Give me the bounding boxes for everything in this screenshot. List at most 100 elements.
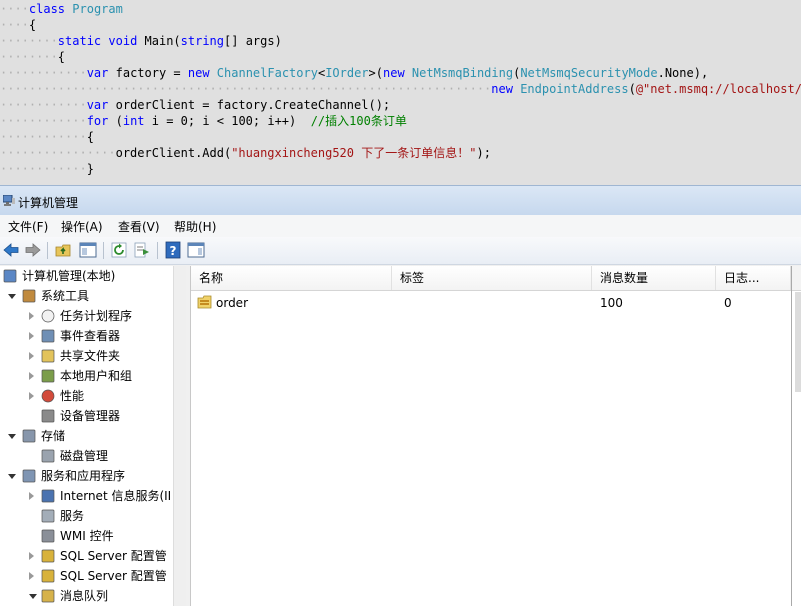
code-token: .None), <box>657 66 709 80</box>
tree-item[interactable]: WMI 控件 <box>0 526 173 546</box>
collapse-arrow-icon[interactable] <box>29 572 34 580</box>
code-token: NetMsmqBinding <box>411 66 514 80</box>
tree-item-label: SQL Server 配置管 <box>60 549 167 563</box>
refresh-icon[interactable] <box>110 241 128 259</box>
actions-scrollbar[interactable] <box>795 292 801 392</box>
code-line: ················orderClient.Add("huangxi… <box>0 145 491 161</box>
code-token: Main( <box>137 34 181 48</box>
tree-item-label: 服务 <box>60 509 85 523</box>
show-hide-tree-icon[interactable] <box>79 241 97 259</box>
iis-icon <box>41 489 55 503</box>
services-gear-icon <box>41 509 55 523</box>
column-header-label[interactable]: 标签 <box>392 266 592 290</box>
help-icon[interactable]: ? <box>164 241 182 259</box>
code-indent: ············ <box>0 98 87 112</box>
code-token: var <box>86 66 109 80</box>
tree-item[interactable]: 任务计划程序 <box>0 306 173 326</box>
expand-arrow-icon[interactable] <box>29 594 37 599</box>
tree-item[interactable]: 存储 <box>0 426 173 446</box>
tree-item[interactable]: 事件查看器 <box>0 326 173 346</box>
collapse-arrow-icon[interactable] <box>29 492 34 500</box>
up-folder-icon[interactable] <box>55 241 73 259</box>
collapse-arrow-icon[interactable] <box>29 372 34 380</box>
tree-item[interactable]: 本地用户和组 <box>0 366 173 386</box>
code-indent: ···· <box>0 2 29 16</box>
code-indent: ········ <box>0 34 58 48</box>
tree-item-label: 性能 <box>60 389 85 403</box>
code-line: ····{ <box>0 17 36 33</box>
collapse-arrow-icon[interactable] <box>29 312 34 320</box>
code-token: @"net.msmq://localhost/private/order" <box>635 82 801 96</box>
system-tools-icon <box>22 289 36 303</box>
tree-scrollbar[interactable] <box>173 266 187 606</box>
menu-action[interactable]: 操作(A) <box>61 218 103 235</box>
tree-item[interactable]: 系统工具 <box>0 286 173 306</box>
tree-item[interactable]: 服务和应用程序 <box>0 466 173 486</box>
code-token: new <box>491 82 513 96</box>
list-header: 名称 标签 消息数量 日志... <box>191 266 791 291</box>
code-token: var <box>86 98 109 112</box>
code-token: NetMsmqSecurityMode <box>520 66 658 80</box>
tree-item[interactable]: SQL Server 配置管 <box>0 566 173 586</box>
queue-list-view: 名称 标签 消息数量 日志... order 100 0 <box>190 266 791 606</box>
table-row[interactable]: order 100 0 <box>191 293 791 313</box>
code-token: static <box>57 34 102 48</box>
tree-item[interactable]: 消息队列 <box>0 586 173 606</box>
tree-item[interactable]: SQL Server 配置管 <box>0 546 173 566</box>
tree-item-label: 本地用户和组 <box>60 369 133 383</box>
code-token: [] args) <box>224 34 282 48</box>
message-queue-icon <box>41 589 55 603</box>
code-token: "huangxincheng520 下了一条订单信息！" <box>231 146 477 160</box>
code-line: ············var orderClient = factory.Cr… <box>0 97 390 113</box>
expand-arrow-icon[interactable] <box>8 474 16 479</box>
code-token: for <box>86 114 109 128</box>
tree-item[interactable]: Internet 信息服务(II <box>0 486 173 506</box>
tree-item-label: 任务计划程序 <box>60 309 133 323</box>
collapse-arrow-icon[interactable] <box>29 392 34 400</box>
menu-view[interactable]: 查看(V) <box>118 218 160 235</box>
column-header-message-count[interactable]: 消息数量 <box>592 266 716 290</box>
code-token: ( <box>628 82 636 96</box>
back-arrow-icon[interactable] <box>2 241 20 259</box>
code-token: { <box>57 50 66 64</box>
sql-server-icon <box>41 549 55 563</box>
navigation-tree: 计算机管理(本地) 系统工具任务计划程序 事件查看器共享文件夹本地用户和组 性能设备管… <box>0 266 174 606</box>
queue-journal-count: 0 <box>724 296 732 310</box>
tree-item-label: 设备管理器 <box>60 409 121 423</box>
collapse-arrow-icon[interactable] <box>29 332 34 340</box>
show-hide-action-pane-icon[interactable] <box>187 241 205 259</box>
expand-arrow-icon[interactable] <box>8 434 16 439</box>
tree-item[interactable]: 共享文件夹 <box>0 346 173 366</box>
tree-item[interactable]: 磁盘管理 <box>0 446 173 466</box>
forward-arrow-icon[interactable] <box>24 241 42 259</box>
column-header-name[interactable]: 名称 <box>191 266 392 290</box>
shared-folder-icon <box>41 349 55 363</box>
code-token: class <box>28 2 66 16</box>
menu-help[interactable]: 帮助(H) <box>174 218 216 235</box>
tree-item[interactable]: 服务 <box>0 506 173 526</box>
collapse-arrow-icon[interactable] <box>29 552 34 560</box>
toolbar: ? <box>0 237 801 265</box>
code-token: i = 0; i < 100; i++) <box>144 114 311 128</box>
tree-item-label: SQL Server 配置管 <box>60 569 167 583</box>
event-viewer-icon <box>41 329 55 343</box>
tree-item[interactable]: 计算机管理(本地) <box>0 266 173 286</box>
code-token: factory = <box>108 66 188 80</box>
svg-text:?: ? <box>170 244 177 258</box>
title-bar: 计算机管理 <box>0 185 801 215</box>
code-token: IOrder <box>325 66 369 80</box>
code-token: new <box>383 66 405 80</box>
code-token: Program <box>72 2 123 16</box>
tree-item[interactable]: 性能 <box>0 386 173 406</box>
tree-item-label: 事件查看器 <box>60 329 121 343</box>
code-token: { <box>86 130 94 144</box>
collapse-arrow-icon[interactable] <box>29 352 34 360</box>
tree-item[interactable]: 设备管理器 <box>0 406 173 426</box>
export-list-icon[interactable] <box>133 241 151 259</box>
code-indent: ············ <box>0 66 87 80</box>
expand-arrow-icon[interactable] <box>8 294 16 299</box>
device-manager-icon <box>41 409 55 423</box>
menu-file[interactable]: 文件(F) <box>8 218 48 235</box>
column-header-journal[interactable]: 日志... <box>716 266 791 290</box>
